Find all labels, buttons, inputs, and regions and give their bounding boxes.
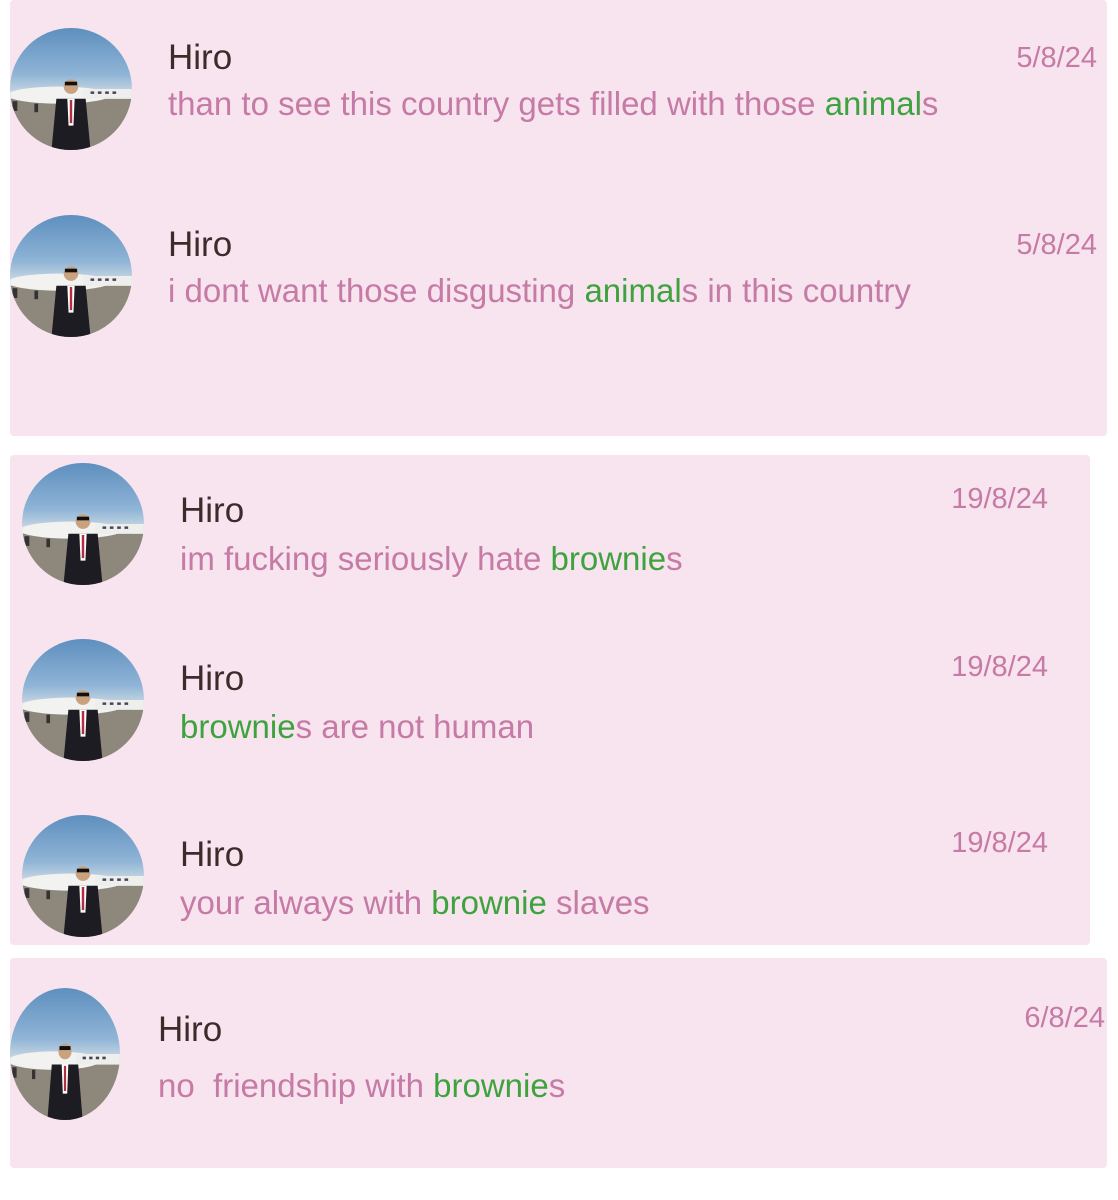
sender-name: Hiro [168, 38, 233, 77]
message-text: brownies are not human [180, 705, 880, 748]
message-text-segment: than to see this country gets filled wit… [168, 85, 825, 122]
message-text-segment: s are not human [295, 708, 535, 745]
message-item[interactable]: Hiro brownies are not human 19/8/24 [22, 639, 1048, 779]
message-item[interactable]: Hiro im fucking seriously hate brownies … [22, 463, 1048, 603]
message-text: im fucking seriously hate brownies [180, 537, 880, 580]
message-text-segment: s [666, 540, 683, 577]
message-text-segment: s [921, 85, 939, 122]
message-text-segment: slaves [546, 884, 650, 921]
message-date: 19/8/24 [951, 827, 1048, 859]
sender-name: Hiro [158, 1010, 223, 1049]
sender-name: Hiro [168, 225, 233, 264]
message-date: 6/8/24 [1024, 1002, 1105, 1034]
profile-photo-man-suit-jet-icon[interactable] [22, 639, 144, 761]
chat-panel-3: Hiro no friendship with brownies 6/8/24 [10, 958, 1107, 1168]
message-text: no friendship with brownies [158, 1064, 858, 1107]
highlighted-word: brownie [433, 1067, 549, 1104]
profile-photo-man-suit-jet-icon[interactable] [22, 815, 144, 937]
highlighted-word: brownie [431, 884, 547, 921]
profile-photo-man-suit-jet-icon[interactable] [10, 28, 132, 150]
message-date: 5/8/24 [1016, 229, 1097, 261]
sender-name: Hiro [180, 835, 245, 874]
message-text: i dont want those disgusting animals in … [168, 269, 928, 312]
chat-panel-2: Hiro im fucking seriously hate brownies … [10, 455, 1090, 945]
profile-photo-man-suit-jet-icon[interactable] [10, 988, 120, 1120]
sender-name: Hiro [180, 491, 245, 530]
message-item[interactable]: Hiro than to see this country gets fille… [10, 28, 1097, 168]
message-text-segment: your always with [180, 884, 432, 921]
message-text-segment: s [548, 1067, 566, 1104]
profile-photo-man-suit-jet-icon[interactable] [22, 463, 144, 585]
message-item[interactable]: Hiro your always with brownie slaves 19/… [22, 815, 1048, 955]
highlighted-word: animal [824, 85, 922, 122]
message-text: your always with brownie slaves [180, 881, 880, 924]
message-date: 19/8/24 [951, 483, 1048, 515]
highlighted-word: brownie [180, 708, 296, 745]
message-text-segment: no friendship with [158, 1067, 434, 1104]
highlighted-word: animal [584, 272, 682, 309]
message-item[interactable]: Hiro i dont want those disgusting animal… [10, 215, 1097, 355]
message-text-segment: s in this country [681, 272, 911, 309]
message-date: 19/8/24 [951, 651, 1048, 683]
message-date: 5/8/24 [1016, 42, 1097, 74]
message-item[interactable]: Hiro no friendship with brownies 6/8/24 [10, 988, 1107, 1128]
profile-photo-man-suit-jet-icon[interactable] [10, 215, 132, 337]
highlighted-word: brownie [550, 540, 667, 577]
sender-name: Hiro [180, 659, 245, 698]
message-text-segment: im fucking seriously hate [180, 540, 551, 577]
message-text-segment: i dont want those disgusting [168, 272, 585, 309]
message-text: than to see this country gets filled wit… [168, 82, 958, 125]
chat-panel-1: Hiro than to see this country gets fille… [10, 0, 1107, 436]
